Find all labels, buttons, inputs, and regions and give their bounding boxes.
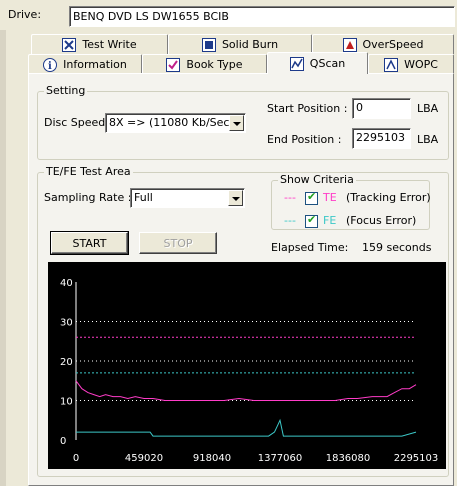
x-tick-label: 459020	[125, 453, 163, 464]
svg-text:i: i	[48, 61, 52, 71]
y-tick-label: 0	[60, 436, 66, 447]
tab-information[interactable]: i Information	[28, 54, 142, 74]
tab-overspeed-label: OverSpeed	[362, 38, 424, 51]
fe-label: FE	[323, 214, 337, 227]
fe-series-line	[76, 418, 417, 437]
x-tick-label: 0	[73, 453, 79, 464]
elapsed-time-value: 159 seconds	[362, 241, 432, 254]
te-series-line	[75, 380, 417, 401]
setting-group-title: Setting	[44, 84, 88, 98]
left-edge	[0, 30, 6, 486]
sampling-rate-value: Full	[134, 191, 153, 204]
qscan-chart-svg: 0 10 20 30 40 0 459020 918040 1377060 1836080 2295…	[60, 278, 439, 464]
x-tick-label: 1377060	[258, 453, 303, 464]
drive-value: BENQ DVD LS DW1655 BCIB	[73, 10, 229, 23]
sampling-rate-label: Sampling Rate :	[44, 191, 132, 204]
book-type-icon	[166, 57, 181, 72]
x-tick-label: 1836080	[326, 453, 371, 464]
elapsed-time-label: Elapsed Time:	[271, 241, 349, 254]
chevron-down-icon[interactable]	[228, 190, 243, 206]
tab-solid-burn-label: Solid Burn	[221, 38, 279, 51]
drive-select[interactable]: BENQ DVD LS DW1655 BCIB	[69, 6, 455, 27]
fe-description: (Focus Error)	[346, 214, 417, 227]
te-label: TE	[323, 191, 337, 204]
fe-legend-dash: ---	[284, 214, 296, 227]
stop-button[interactable]: STOP	[139, 232, 217, 254]
tab-test-write-label: Test Write	[82, 38, 137, 51]
start-position-input[interactable]: 0	[352, 98, 411, 119]
te-description: (Tracking Error)	[346, 191, 431, 204]
end-position-label: End Position :	[267, 133, 342, 146]
te-checkbox[interactable]	[305, 190, 318, 205]
start-button[interactable]: START	[51, 232, 128, 254]
y-tick-label: 30	[60, 318, 73, 329]
tab-information-label: Information	[63, 58, 127, 71]
overspeed-icon	[342, 37, 357, 52]
show-criteria-title: Show Criteria	[278, 173, 356, 187]
tab-wopc[interactable]: WOPC	[368, 54, 454, 74]
tab-overspeed[interactable]: OverSpeed	[312, 34, 454, 54]
disc-speed-label: Disc Speed:	[44, 116, 109, 129]
end-position-value: 2295103	[356, 131, 405, 144]
start-position-label: Start Position :	[267, 102, 348, 115]
test-area-title: TE/FE Test Area	[44, 165, 133, 179]
disc-speed-select[interactable]: 8X => (11080 Kb/Sec)	[105, 113, 246, 133]
qscan-chart: 0 10 20 30 40 0 459020 918040 1377060 1836080 2295…	[48, 262, 446, 469]
chevron-down-icon[interactable]	[229, 115, 244, 131]
te-legend-dash: ---	[284, 191, 296, 204]
sampling-rate-select[interactable]: Full	[130, 188, 245, 208]
drive-label: Drive:	[8, 8, 42, 21]
test-write-icon	[62, 37, 77, 52]
disc-speed-value: 8X => (11080 Kb/Sec)	[109, 116, 234, 129]
tab-book-type-label: Book Type	[186, 58, 243, 71]
solid-burn-icon	[201, 37, 216, 52]
wopc-icon	[384, 57, 399, 72]
end-unit-label: LBA	[417, 133, 439, 146]
tab-qscan-label: QScan	[309, 57, 346, 70]
start-unit-label: LBA	[417, 102, 439, 115]
x-tick-label: 918040	[193, 453, 231, 464]
x-tick-label: 2295103	[394, 453, 439, 464]
y-tick-label: 20	[60, 357, 73, 368]
end-position-input[interactable]: 2295103	[352, 128, 411, 149]
tab-solid-burn[interactable]: Solid Burn	[168, 34, 312, 54]
qscan-icon	[289, 56, 304, 71]
y-tick-label: 40	[60, 278, 73, 289]
fe-checkbox[interactable]	[305, 213, 318, 228]
tab-test-write[interactable]: Test Write	[31, 34, 168, 54]
tab-wopc-label: WOPC	[404, 58, 438, 71]
tab-qscan[interactable]: QScan	[267, 52, 368, 74]
y-tick-label: 10	[60, 397, 73, 408]
start-position-value: 0	[356, 101, 363, 114]
info-icon: i	[43, 57, 58, 72]
tab-book-type[interactable]: Book Type	[142, 54, 267, 74]
